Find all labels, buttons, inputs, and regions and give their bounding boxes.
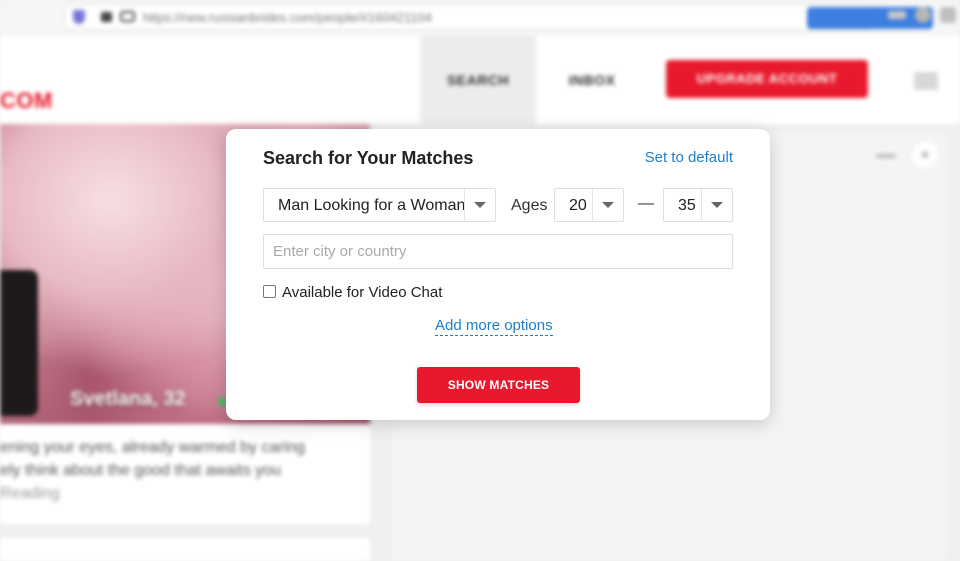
set-default-link[interactable]: Set to default bbox=[645, 149, 733, 166]
read-more-link[interactable]: Reading bbox=[0, 482, 360, 505]
upgrade-account-button[interactable]: UPGRADE ACCOUNT bbox=[666, 60, 868, 98]
excerpt-line: ely think about the good that awaits you bbox=[0, 462, 282, 479]
chevron-down-icon bbox=[602, 202, 614, 208]
modal-title: Search for Your Matches bbox=[263, 148, 474, 168]
camera-permission-icon bbox=[120, 11, 135, 22]
age-separator: — bbox=[638, 195, 654, 212]
add-more-options-link[interactable]: Add more options bbox=[435, 317, 553, 336]
site-logo[interactable]: COM bbox=[0, 88, 53, 114]
site-header: COM SEARCH INBOX UPGRADE ACCOUNT bbox=[0, 36, 960, 124]
hamburger-menu-icon[interactable] bbox=[914, 72, 938, 90]
excerpt-line: ening your eyes, already warmed by carin… bbox=[0, 439, 306, 456]
dropdown-toggle[interactable] bbox=[464, 189, 495, 221]
menu-icon[interactable] bbox=[940, 7, 956, 23]
url-text: https://new.russianbrides.com/people/#16… bbox=[143, 10, 432, 25]
dropdown-toggle[interactable] bbox=[701, 189, 732, 221]
show-matches-button[interactable]: SHOW MATCHES bbox=[417, 367, 580, 403]
city-country-input[interactable] bbox=[263, 234, 733, 269]
next-card bbox=[0, 538, 370, 561]
account-icon[interactable] bbox=[915, 7, 931, 23]
lock-icon bbox=[101, 12, 112, 22]
nav-inbox[interactable]: INBOX bbox=[546, 36, 638, 124]
age-to-value: 35 bbox=[678, 197, 696, 214]
seeking-select[interactable]: Man Looking for a Woman bbox=[263, 188, 496, 222]
toolbar-extension-icon[interactable] bbox=[888, 11, 906, 19]
video-chat-checkbox[interactable] bbox=[263, 285, 276, 298]
video-chat-label[interactable]: Available for Video Chat bbox=[282, 284, 442, 301]
address-bar-action-button[interactable] bbox=[807, 7, 933, 29]
ages-label: Ages bbox=[511, 197, 548, 214]
chevron-down-icon bbox=[474, 202, 486, 208]
shield-icon bbox=[73, 10, 85, 24]
age-from-value: 20 bbox=[569, 197, 587, 214]
chevron-down-icon bbox=[711, 202, 723, 208]
video-thumbnail[interactable] bbox=[0, 270, 38, 416]
profile-excerpt: ening your eyes, already warmed by carin… bbox=[0, 436, 360, 505]
profile-name: Svetlana, 32 bbox=[70, 388, 186, 410]
more-dots-icon[interactable] bbox=[876, 154, 896, 158]
seeking-value: Man Looking for a Woman bbox=[278, 197, 466, 214]
close-icon[interactable]: ✕ bbox=[912, 142, 938, 168]
address-bar[interactable]: https://new.russianbrides.com/people/#16… bbox=[64, 4, 933, 30]
browser-toolbar: https://new.russianbrides.com/people/#16… bbox=[0, 0, 960, 37]
age-to-select[interactable]: 35 bbox=[663, 188, 733, 222]
nav-search[interactable]: SEARCH bbox=[420, 36, 536, 124]
age-from-select[interactable]: 20 bbox=[554, 188, 624, 222]
dropdown-toggle[interactable] bbox=[592, 189, 623, 221]
search-modal: Search for Your Matches Set to default M… bbox=[226, 129, 770, 420]
